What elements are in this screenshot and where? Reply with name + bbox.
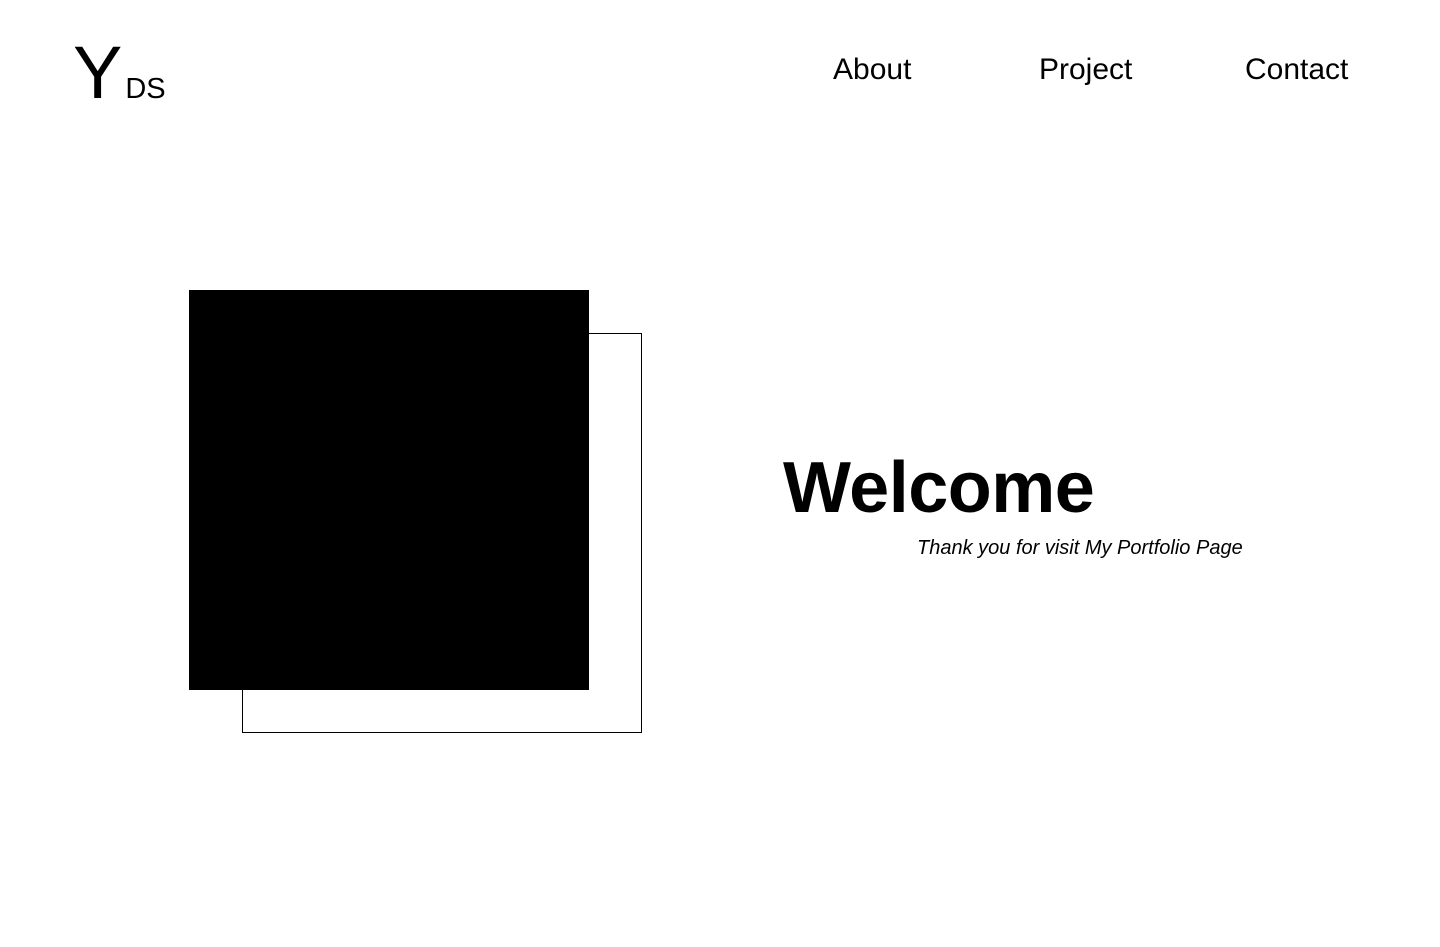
nav-link-project[interactable]: Project	[1039, 50, 1132, 90]
nav-link-contact[interactable]: Contact	[1245, 50, 1348, 90]
logo[interactable]: Y DS	[73, 30, 166, 110]
hero-title: Welcome	[783, 448, 1095, 528]
logo-main-letter: Y	[73, 31, 122, 114]
nav-link-about[interactable]: About	[833, 50, 911, 90]
hero-subtitle: Thank you for visit My Portfolio Page	[917, 537, 1243, 559]
hero-image-placeholder	[189, 290, 589, 690]
logo-sub-letters: DS	[125, 73, 166, 105]
